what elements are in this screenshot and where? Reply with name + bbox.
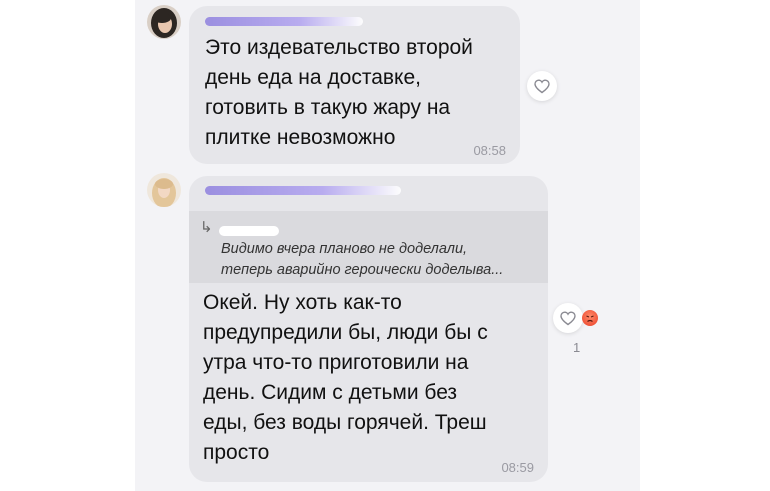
- angry-emoji-icon[interactable]: [582, 310, 598, 326]
- message-time: 08:59: [501, 460, 534, 475]
- message-line: готовить в такую жару на: [205, 96, 451, 119]
- reply-quote[interactable]: ↳ Видимо вчера планово не доделали, тепе…: [189, 211, 548, 283]
- avatar[interactable]: [147, 5, 181, 39]
- message-line: предупредили бы, люди бы с: [203, 321, 488, 344]
- avatar[interactable]: [147, 173, 181, 207]
- sender-name[interactable]: [205, 17, 363, 26]
- message-bubble[interactable]: ↳ Видимо вчера планово не доделали, тепе…: [189, 176, 548, 482]
- like-button[interactable]: [553, 303, 583, 333]
- message-line: Это издевательство второй: [205, 36, 473, 59]
- message-bubble[interactable]: Это издевательство второй день еда на до…: [189, 6, 520, 164]
- message-time: 08:58: [473, 143, 506, 158]
- reply-arrow-icon: ↳: [200, 219, 213, 236]
- message-line: просто: [203, 441, 270, 464]
- reply-line: теперь аварийно героически доделыва...: [221, 262, 504, 278]
- message-text: Окей. Ну хоть как-то предупредили бы, лю…: [203, 288, 488, 468]
- like-button[interactable]: [527, 71, 557, 101]
- reaction-count: 1: [573, 340, 581, 355]
- message-line: Окей. Ну хоть как-то: [203, 291, 402, 314]
- message-line: плитке невозможно: [205, 126, 396, 149]
- heart-outline-icon: [534, 78, 550, 93]
- reply-line: Видимо вчера планово не доделали,: [221, 241, 468, 257]
- reply-text: Видимо вчера планово не доделали, теперь…: [221, 239, 503, 281]
- message-line: еды, без воды горячей. Треш: [203, 411, 487, 434]
- sender-name[interactable]: [205, 186, 401, 195]
- message-text: Это издевательство второй день еда на до…: [205, 33, 473, 153]
- quoted-sender: [219, 226, 279, 236]
- message-line: день. Сидим с детьми без: [203, 381, 458, 404]
- chat-area: Это издевательство второй день еда на до…: [135, 0, 640, 491]
- message-line: день еда на доставке,: [205, 66, 421, 89]
- message-line: утра что-то приготовили на: [203, 351, 469, 374]
- heart-outline-icon: [560, 310, 576, 325]
